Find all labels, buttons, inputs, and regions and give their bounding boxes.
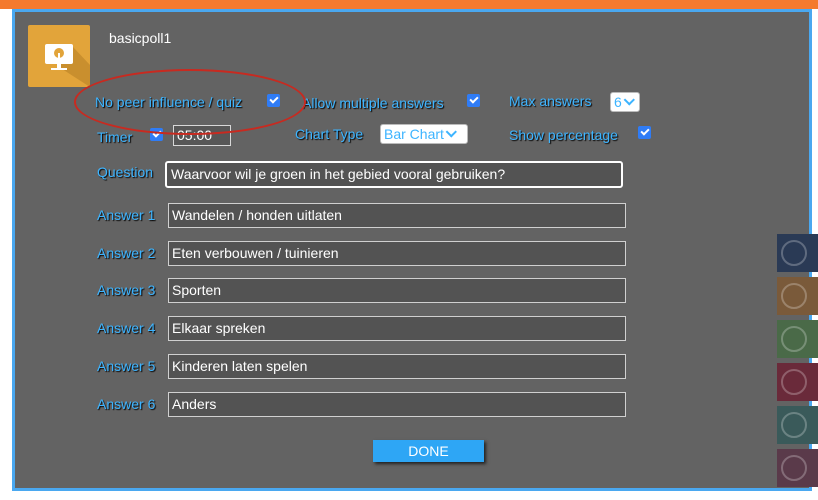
circle-icon (781, 455, 807, 481)
chart-type-label: Chart Type (295, 126, 364, 142)
max-answers-value: 6 (614, 94, 622, 110)
side-tab-2[interactable] (777, 277, 818, 315)
max-answers-label: Max answers (509, 93, 592, 109)
answer-1-label: Answer 1 (97, 207, 156, 223)
presentation-poll-icon (28, 25, 90, 87)
answer-5-input[interactable]: Kinderen laten spelen (168, 354, 626, 379)
poll-editor-dialog: basicpoll1 No peer influence / quiz Allo… (12, 9, 812, 491)
timer-label: Timer (97, 129, 133, 145)
answer-3-label: Answer 3 (97, 282, 156, 298)
answer-6-label: Answer 6 (97, 396, 156, 412)
chart-type-select[interactable]: Bar Chart (380, 124, 468, 144)
side-tab-1[interactable] (777, 234, 818, 272)
answer-3-input[interactable]: Sporten (168, 278, 626, 303)
side-tab-6[interactable] (777, 449, 818, 487)
chevron-down-icon (445, 126, 457, 138)
side-tab-3[interactable] (777, 320, 818, 358)
circle-icon (781, 283, 807, 309)
question-label: Question (97, 164, 154, 180)
show-percentage-checkbox[interactable] (638, 126, 651, 139)
answer-4-label: Answer 4 (97, 320, 156, 336)
show-percentage-label: Show percentage (509, 127, 618, 143)
circle-icon (781, 369, 807, 395)
annotation-ellipse (74, 69, 306, 135)
side-tab-5[interactable] (777, 406, 818, 444)
top-accent-bar (0, 0, 818, 9)
done-button[interactable]: DONE (373, 440, 484, 462)
circle-icon (781, 412, 807, 438)
question-input[interactable]: Waarvoor wil je groen in het gebied voor… (165, 161, 623, 188)
chevron-down-icon (623, 94, 635, 106)
allow-multiple-label: Allow multiple answers (302, 95, 444, 111)
poll-title: basicpoll1 (109, 30, 172, 46)
allow-multiple-checkbox[interactable] (467, 94, 480, 107)
chart-type-value: Bar Chart (384, 126, 444, 142)
answer-6-input[interactable]: Anders (168, 392, 626, 417)
answer-4-input[interactable]: Elkaar spreken (168, 316, 626, 341)
answer-5-label: Answer 5 (97, 358, 156, 374)
side-tab-4[interactable] (777, 363, 818, 401)
circle-icon (781, 326, 807, 352)
answer-2-label: Answer 2 (97, 245, 156, 261)
max-answers-select[interactable]: 6 (610, 92, 640, 112)
circle-icon (781, 240, 807, 266)
answer-1-input[interactable]: Wandelen / honden uitlaten (168, 203, 626, 228)
answer-2-input[interactable]: Eten verbouwen / tuinieren (168, 241, 626, 266)
